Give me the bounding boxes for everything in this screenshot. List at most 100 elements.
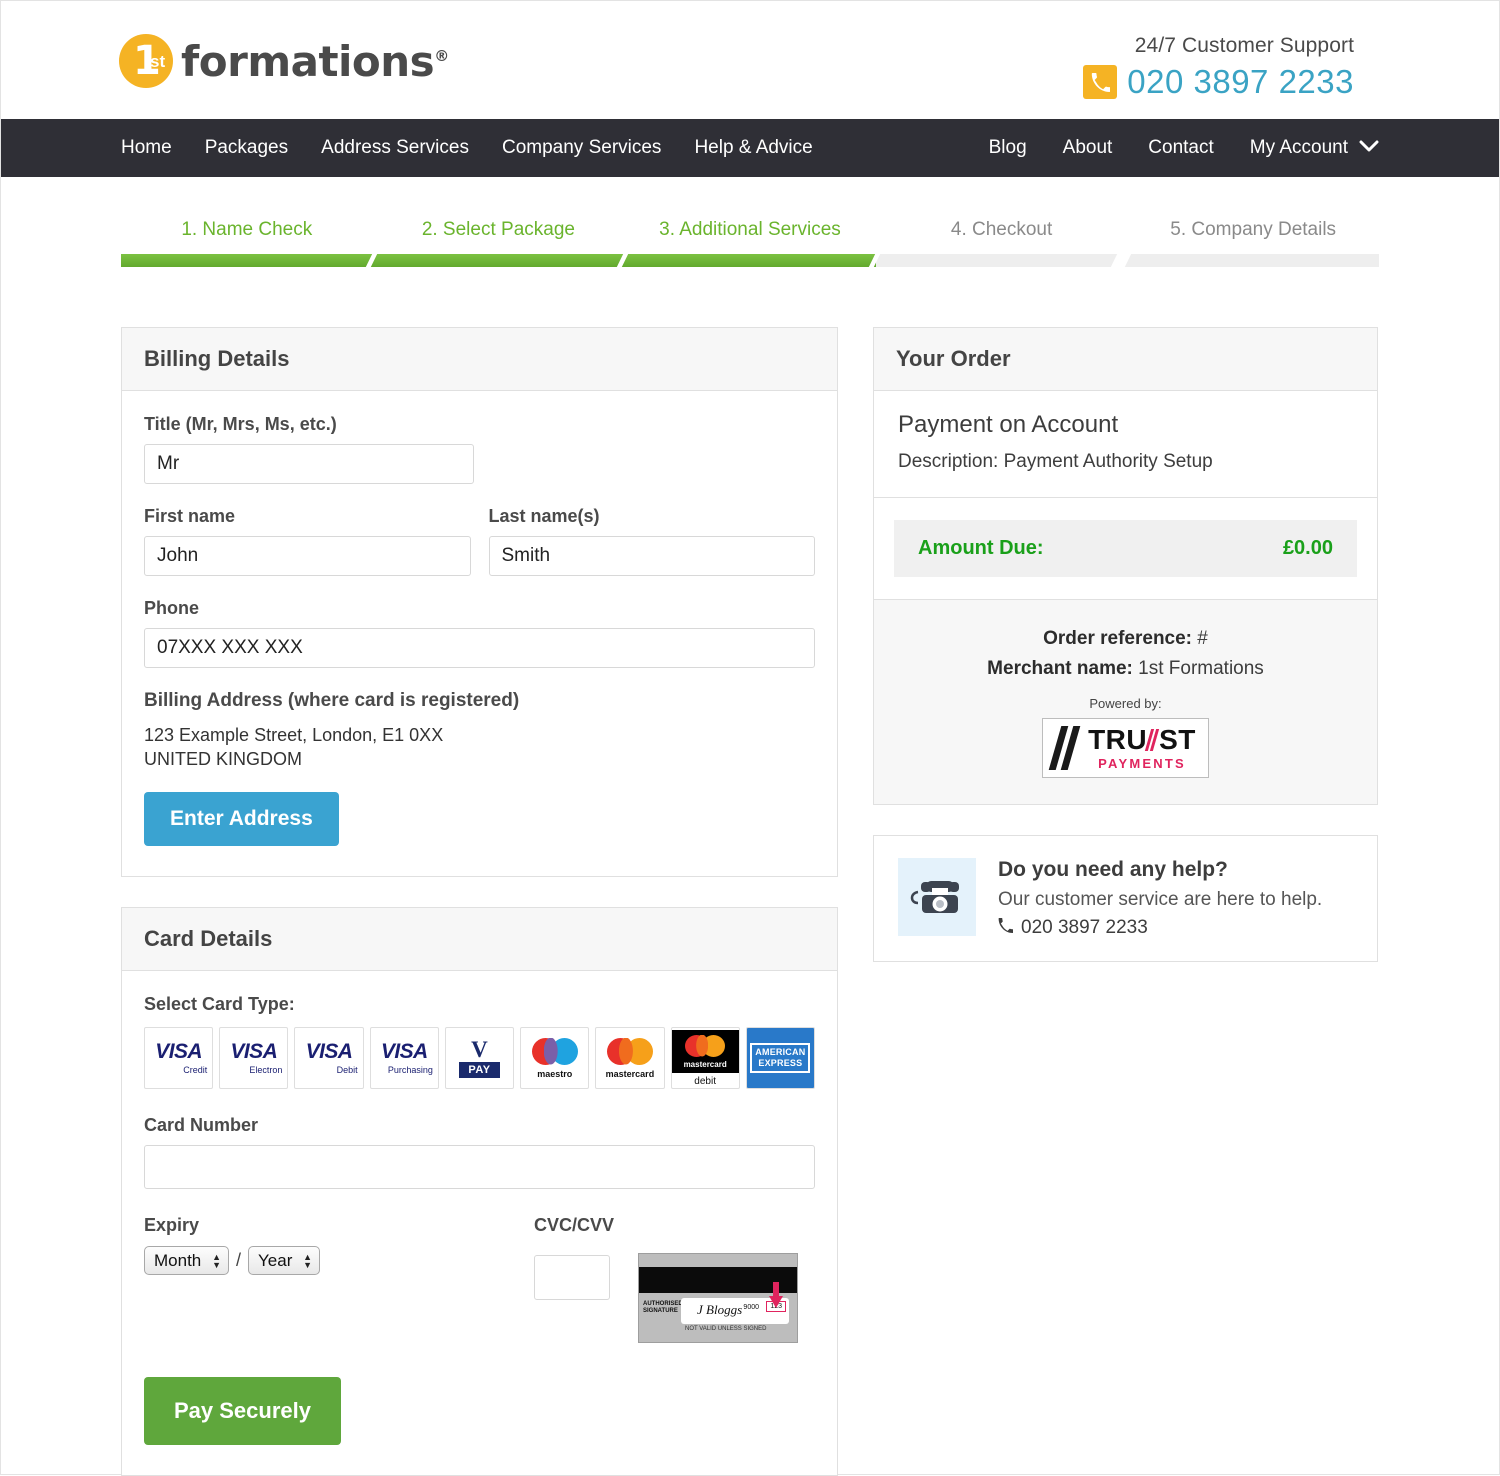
nav-item-about[interactable]: About <box>1063 137 1113 159</box>
expiry-year-select[interactable]: Year <box>248 1246 321 1275</box>
phone-handset-icon <box>998 917 1021 939</box>
card-number-label: Card Number <box>144 1115 259 1135</box>
mastercard-debit-brand: mastercard <box>683 1059 727 1069</box>
nav-left-group: Home Packages Address Services Company S… <box>121 137 846 159</box>
step-label-2[interactable]: 2. Select Package <box>373 219 625 241</box>
support-phone-row[interactable]: 020 3897 2233 <box>1083 63 1354 101</box>
visa-debit-brand: VISA <box>305 1039 353 1063</box>
main-navigation: Home Packages Address Services Company S… <box>1 119 1499 177</box>
trust-top-a: TRU <box>1088 724 1148 755</box>
merchant-name-label: Merchant name: <box>987 658 1133 679</box>
maestro-label: maestro <box>537 1068 573 1079</box>
title-input[interactable] <box>144 444 474 484</box>
visa-debit-sub: Debit <box>336 1064 358 1075</box>
cvc-signature-text: J Bloggs <box>697 1302 743 1317</box>
mastercard-debit-label: debit <box>694 1075 716 1087</box>
card-type-visa-purchasing[interactable]: VISA Purchasing <box>369 1027 439 1089</box>
enter-address-button[interactable]: Enter Address <box>144 792 339 846</box>
last-name-label: Last name(s) <box>488 506 600 526</box>
nav-item-blog[interactable]: Blog <box>989 137 1027 159</box>
cvc-label: CVC/CVV <box>534 1215 615 1235</box>
nav-item-contact[interactable]: Contact <box>1148 137 1213 159</box>
amount-due-section: Amount Due: £0.00 <box>874 498 1377 600</box>
expiry-year-wrap: Year ▲ ▼ <box>248 1246 321 1275</box>
step-bar-2 <box>372 254 629 267</box>
card-type-american-express[interactable]: AMERICAN EXPRESS <box>745 1027 815 1089</box>
help-phone-row[interactable]: 020 3897 2233 <box>998 917 1322 939</box>
chevron-down-icon <box>1359 137 1379 159</box>
page-root: 1 st formations® 24/7 Customer Support 0… <box>0 0 1500 1476</box>
expiry-cvc-row: Expiry Month ▲ ▼ / Year ▲ ▼ CVC/CVV AUTH… <box>144 1215 815 1343</box>
last-name-input[interactable] <box>488 536 815 576</box>
card-type-visa-electron[interactable]: VISA Electron <box>219 1027 289 1089</box>
merchant-section: Order reference: # Merchant name: 1st Fo… <box>874 600 1377 804</box>
expiry-selects: Month ▲ ▼ / Year ▲ ▼ <box>144 1246 534 1275</box>
amex-line-1: AMERICAN <box>755 1047 806 1057</box>
phone-input[interactable] <box>144 628 815 668</box>
select-card-type-label: Select Card Type: <box>144 994 295 1014</box>
amex-line-2: EXPRESS <box>758 1058 803 1068</box>
billing-address-line-1: 123 Example Street, London, E1 0XX <box>144 725 444 745</box>
expiry-label: Expiry <box>144 1215 200 1235</box>
nav-item-company-services[interactable]: Company Services <box>502 137 661 159</box>
order-item-title: Payment on Account <box>898 411 1119 438</box>
help-text-block: Do you need any help? Our customer servi… <box>998 858 1322 939</box>
step-label-4: 4. Checkout <box>950 219 1053 240</box>
nav-item-address-services[interactable]: Address Services <box>321 137 469 159</box>
card-number-input[interactable] <box>144 1145 815 1189</box>
card-type-visa-debit[interactable]: VISA Debit <box>294 1027 364 1089</box>
nav-item-my-account[interactable]: My Account <box>1250 137 1379 159</box>
progress-step-bars <box>121 254 1379 267</box>
first-name-input[interactable] <box>144 536 471 576</box>
card-details-heading: Card Details <box>122 908 837 971</box>
mastercard-debit-icon: mastercard <box>671 1029 739 1073</box>
support-phone-number[interactable]: 020 3897 2233 <box>1127 63 1354 101</box>
expiry-month-wrap: Month ▲ ▼ <box>144 1246 229 1275</box>
visa-electron-brand: VISA <box>230 1039 278 1063</box>
card-type-mastercard[interactable]: mastercard <box>595 1027 665 1089</box>
cvc-not-valid-text: NOT VALID UNLESS SIGNED <box>685 1326 767 1332</box>
trust-top-b: ST <box>1159 724 1196 755</box>
step-label-1[interactable]: 1. Name Check <box>121 219 373 241</box>
help-phone-number[interactable]: 020 3897 2233 <box>1021 917 1148 939</box>
help-panel: Do you need any help? Our customer servi… <box>873 835 1378 962</box>
nav-item-home[interactable]: Home <box>121 137 172 159</box>
logo-badge-icon: 1 st <box>119 34 173 88</box>
card-details-body: Select Card Type: VISA Credit VISA Elect… <box>122 971 837 1475</box>
last-name-field-group: Last name(s) <box>488 506 815 576</box>
billing-details-body: Title (Mr, Mrs, Ms, etc.) First name Las… <box>122 391 837 876</box>
nav-item-packages[interactable]: Packages <box>205 137 288 159</box>
card-type-visa-credit[interactable]: VISA Credit <box>144 1027 214 1089</box>
step-label-3[interactable]: 3. Additional Services <box>624 219 876 241</box>
amount-due-row: Amount Due: £0.00 <box>894 520 1357 577</box>
first-name-label: First name <box>144 506 236 526</box>
expiry-month-select[interactable]: Month <box>144 1246 229 1275</box>
progress-step-labels: 1. Name Check 2. Select Package 3. Addit… <box>121 219 1379 241</box>
right-column: Your Order Payment on Account Descriptio… <box>873 327 1378 962</box>
american-express-icon: AMERICAN EXPRESS <box>750 1043 811 1073</box>
v-pay-icon: V PAY <box>459 1036 500 1078</box>
phone-field-group: Phone <box>144 598 815 668</box>
mastercard-debit-circles-icon <box>685 1034 726 1057</box>
card-type-maestro[interactable]: maestro <box>520 1027 590 1089</box>
brand-logo[interactable]: 1 st formations® <box>119 34 449 88</box>
visa-purchasing-sub: Purchasing <box>387 1064 433 1075</box>
card-type-mastercard-debit[interactable]: mastercard debit <box>670 1027 740 1089</box>
step-label-5: 5. Company Details <box>1170 219 1337 240</box>
card-type-v-pay[interactable]: V PAY <box>444 1027 515 1089</box>
support-label: 24/7 Customer Support <box>1134 34 1354 57</box>
logo-registered-mark: ® <box>434 46 449 65</box>
cvc-input[interactable] <box>534 1255 610 1300</box>
nav-item-help-advice[interactable]: Help & Advice <box>694 137 812 159</box>
nav-right-group: Blog About Contact My Account <box>953 137 1379 159</box>
progress-steps: 1. Name Check 2. Select Package 3. Addit… <box>121 219 1379 267</box>
v-pay-letter: V <box>471 1036 488 1062</box>
site-header: 1 st formations® 24/7 Customer Support 0… <box>1 1 1499 119</box>
maestro-circles-icon <box>531 1037 578 1065</box>
pay-securely-button[interactable]: Pay Securely <box>144 1377 341 1445</box>
cvc-row: AUTHORISED SIGNATURE J Bloggs 9000 123 N… <box>534 1245 798 1343</box>
step-bar-4 <box>875 254 1132 267</box>
cvc-group: CVC/CVV AUTHORISED SIGNATURE J Bloggs 90… <box>534 1215 798 1343</box>
merchant-name-value: 1st Formations <box>1138 658 1264 679</box>
logo-superscript: st <box>150 52 166 71</box>
